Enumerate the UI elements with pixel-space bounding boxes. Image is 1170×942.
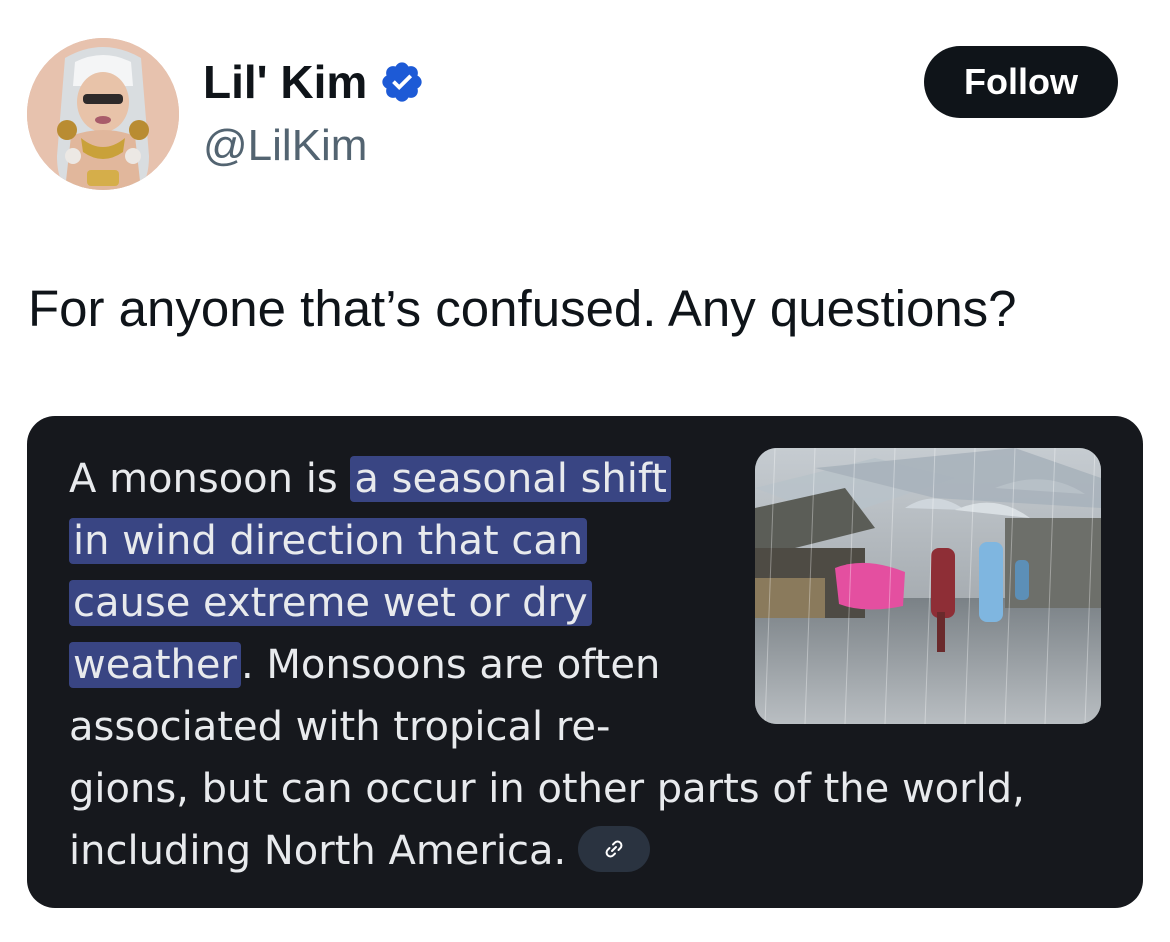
attached-screenshot-card[interactable]: A monsoon is a seasonal shift in wind di…: [27, 416, 1143, 908]
card-line-text: A monsoon is: [69, 456, 351, 502]
link-icon: [605, 840, 623, 858]
follow-button[interactable]: Follow: [924, 46, 1118, 118]
card-line-text: gions, but can occur in other parts of t…: [69, 766, 1025, 812]
author-handle[interactable]: @LilKim: [203, 118, 367, 174]
highlighted-text: in wind direction that can: [69, 518, 588, 564]
verified-badge-icon: [379, 59, 425, 105]
card-line-text: including North America.: [69, 828, 567, 874]
author-avatar[interactable]: [27, 38, 179, 190]
card-line: including North America.: [69, 820, 1099, 882]
highlighted-text: weather: [69, 642, 241, 688]
author-display-name[interactable]: Lil' Kim: [203, 52, 425, 112]
card-line-text: associated with tropical re-: [69, 704, 611, 750]
profile-photo: [27, 38, 179, 190]
monsoon-rain-photo[interactable]: [755, 448, 1101, 724]
highlighted-text: a seasonal shift: [350, 456, 671, 502]
tweet-text: For anyone that’s confused. Any question…: [28, 280, 1017, 337]
display-name-text: Lil' Kim: [203, 56, 368, 108]
link-button[interactable]: [578, 826, 651, 872]
card-line-text: . Monsoons are often: [240, 642, 661, 688]
card-line: gions, but can occur in other parts of t…: [69, 758, 1099, 820]
highlighted-text: cause extreme wet or dry: [69, 580, 592, 626]
